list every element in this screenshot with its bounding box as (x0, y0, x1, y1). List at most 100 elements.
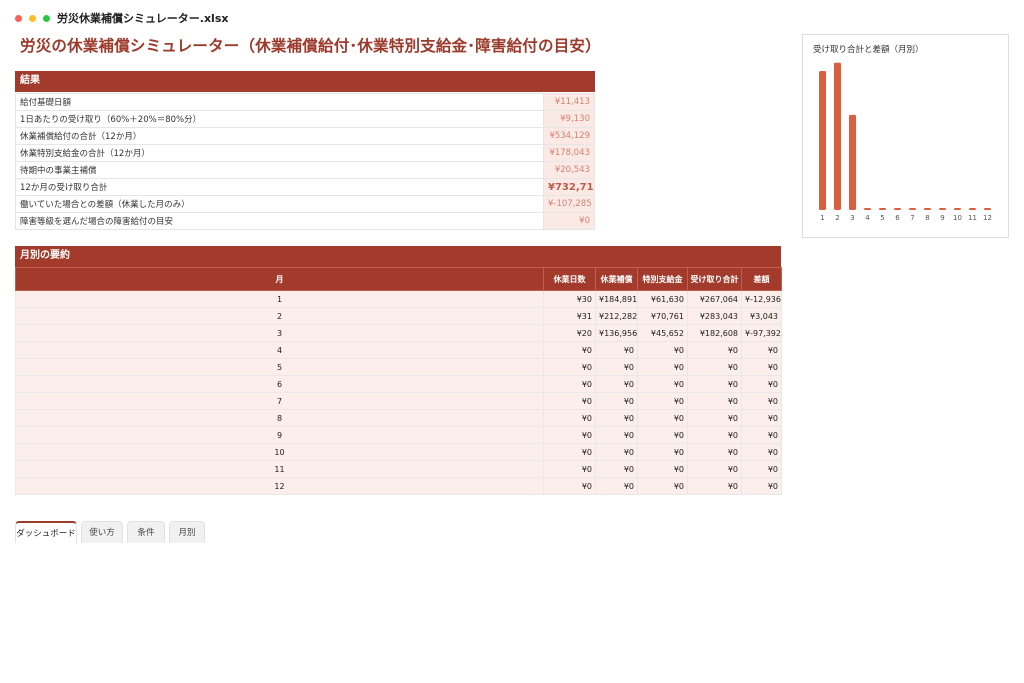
sheet-tab[interactable]: 月別 (169, 521, 205, 543)
table-cell[interactable]: ¥182,608 (687, 324, 742, 342)
table-cell[interactable]: ¥0 (741, 392, 782, 410)
table-cell[interactable]: ¥30 (543, 290, 596, 308)
table-cell[interactable]: ¥0 (595, 341, 638, 359)
table-cell[interactable]: 11 (15, 460, 544, 478)
table-cell[interactable]: ¥-12,936 (741, 290, 782, 308)
table-cell[interactable]: ¥0 (741, 460, 782, 478)
sheet-tab[interactable]: ダッシュボード (15, 521, 77, 543)
table-cell[interactable]: ¥0 (637, 392, 688, 410)
table-cell[interactable]: ¥0 (595, 426, 638, 444)
table-cell[interactable]: 8 (15, 409, 544, 427)
result-value[interactable]: ¥9,130 (543, 110, 595, 128)
table-cell[interactable]: ¥267,064 (687, 290, 742, 308)
table-cell[interactable]: ¥0 (637, 443, 688, 461)
table-cell[interactable]: 2 (15, 307, 544, 325)
sheet-tab[interactable]: 条件 (127, 521, 165, 543)
table-cell[interactable]: ¥0 (543, 426, 596, 444)
table-cell[interactable]: ¥136,956 (595, 324, 638, 342)
table-cell[interactable]: ¥0 (687, 477, 742, 495)
result-label[interactable]: 障害等級を選んだ場合の障害給付の目安 (15, 212, 544, 230)
result-value[interactable]: ¥534,129 (543, 127, 595, 145)
table-cell[interactable]: ¥0 (595, 358, 638, 376)
table-cell[interactable]: ¥61,630 (637, 290, 688, 308)
table-cell[interactable]: ¥0 (595, 443, 638, 461)
table-cell[interactable]: 4 (15, 341, 544, 359)
result-label[interactable]: 待期中の事業主補償 (15, 161, 544, 179)
table-cell[interactable]: 12 (15, 477, 544, 495)
minimize-window-button[interactable] (29, 15, 36, 22)
table-cell[interactable]: ¥0 (543, 392, 596, 410)
table-cell[interactable]: ¥0 (687, 426, 742, 444)
table-cell[interactable]: 7 (15, 392, 544, 410)
table-cell[interactable]: ¥0 (741, 375, 782, 393)
result-label[interactable]: 給付基礎日額 (15, 93, 544, 111)
table-cell[interactable]: ¥0 (595, 477, 638, 495)
table-cell[interactable]: ¥31 (543, 307, 596, 325)
table-cell[interactable]: ¥0 (595, 409, 638, 427)
table-cell[interactable]: ¥184,891 (595, 290, 638, 308)
column-header[interactable]: 月 (15, 267, 544, 291)
result-label[interactable]: 働いていた場合との差額（休業した月のみ） (15, 195, 544, 213)
close-window-button[interactable] (15, 15, 22, 22)
result-label[interactable]: 休業補償給付の合計（12か月） (15, 127, 544, 145)
table-cell[interactable]: ¥0 (687, 443, 742, 461)
result-value[interactable]: ¥11,413 (543, 93, 595, 111)
column-header[interactable]: 受け取り合計 (687, 267, 742, 291)
table-cell[interactable]: ¥3,043 (741, 307, 782, 325)
table-cell[interactable]: ¥0 (637, 375, 688, 393)
result-label[interactable]: 1日あたりの受け取り（60%＋20%＝80%分） (15, 110, 544, 128)
table-cell[interactable]: 3 (15, 324, 544, 342)
table-cell[interactable]: ¥212,282 (595, 307, 638, 325)
table-cell[interactable]: ¥0 (741, 443, 782, 461)
table-cell[interactable]: ¥0 (741, 409, 782, 427)
table-cell[interactable]: 10 (15, 443, 544, 461)
column-header[interactable]: 特別支給金 (637, 267, 688, 291)
table-cell[interactable]: ¥0 (637, 477, 688, 495)
result-value[interactable]: ¥178,043 (543, 144, 595, 162)
table-cell[interactable]: ¥0 (637, 409, 688, 427)
table-cell[interactable]: ¥0 (687, 392, 742, 410)
table-cell[interactable]: ¥0 (543, 443, 596, 461)
sheet-tab[interactable]: 使い方 (81, 521, 123, 543)
zoom-window-button[interactable] (43, 15, 50, 22)
table-cell[interactable]: ¥0 (637, 426, 688, 444)
table-cell[interactable]: ¥0 (543, 358, 596, 376)
table-cell[interactable]: ¥0 (595, 460, 638, 478)
table-cell[interactable]: ¥0 (687, 409, 742, 427)
table-cell[interactable]: ¥0 (687, 341, 742, 359)
table-cell[interactable]: ¥0 (687, 358, 742, 376)
table-cell[interactable]: ¥0 (741, 341, 782, 359)
table-cell[interactable]: ¥70,761 (637, 307, 688, 325)
table-cell[interactable]: ¥0 (687, 375, 742, 393)
table-cell[interactable]: ¥0 (595, 392, 638, 410)
table-cell[interactable]: ¥0 (741, 477, 782, 495)
table-cell[interactable]: ¥0 (543, 460, 596, 478)
table-cell[interactable]: ¥283,043 (687, 307, 742, 325)
column-header[interactable]: 差額 (741, 267, 782, 291)
result-value[interactable]: ¥0 (543, 212, 595, 230)
table-cell[interactable]: ¥45,652 (637, 324, 688, 342)
table-cell[interactable]: 1 (15, 290, 544, 308)
table-cell[interactable]: ¥-97,392 (741, 324, 782, 342)
table-cell[interactable]: ¥0 (543, 409, 596, 427)
table-cell[interactable]: ¥0 (637, 341, 688, 359)
table-cell[interactable]: 5 (15, 358, 544, 376)
table-cell[interactable]: ¥0 (637, 358, 688, 376)
table-cell[interactable]: ¥0 (595, 375, 638, 393)
table-cell[interactable]: ¥0 (687, 460, 742, 478)
table-cell[interactable]: ¥0 (543, 341, 596, 359)
table-cell[interactable]: ¥0 (543, 477, 596, 495)
result-value[interactable]: ¥732,715 (543, 178, 595, 196)
table-cell[interactable]: ¥0 (637, 460, 688, 478)
result-label[interactable]: 12か月の受け取り合計 (15, 178, 544, 196)
table-cell[interactable]: 6 (15, 375, 544, 393)
column-header[interactable]: 休業補償 (595, 267, 638, 291)
table-cell[interactable]: ¥0 (741, 426, 782, 444)
table-cell[interactable]: 9 (15, 426, 544, 444)
table-cell[interactable]: ¥0 (741, 358, 782, 376)
result-value[interactable]: ¥20,543 (543, 161, 595, 179)
table-cell[interactable]: ¥0 (543, 375, 596, 393)
result-label[interactable]: 休業特別支給金の合計（12か月） (15, 144, 544, 162)
result-value[interactable]: ¥-107,285 (543, 195, 595, 213)
column-header[interactable]: 休業日数 (543, 267, 596, 291)
